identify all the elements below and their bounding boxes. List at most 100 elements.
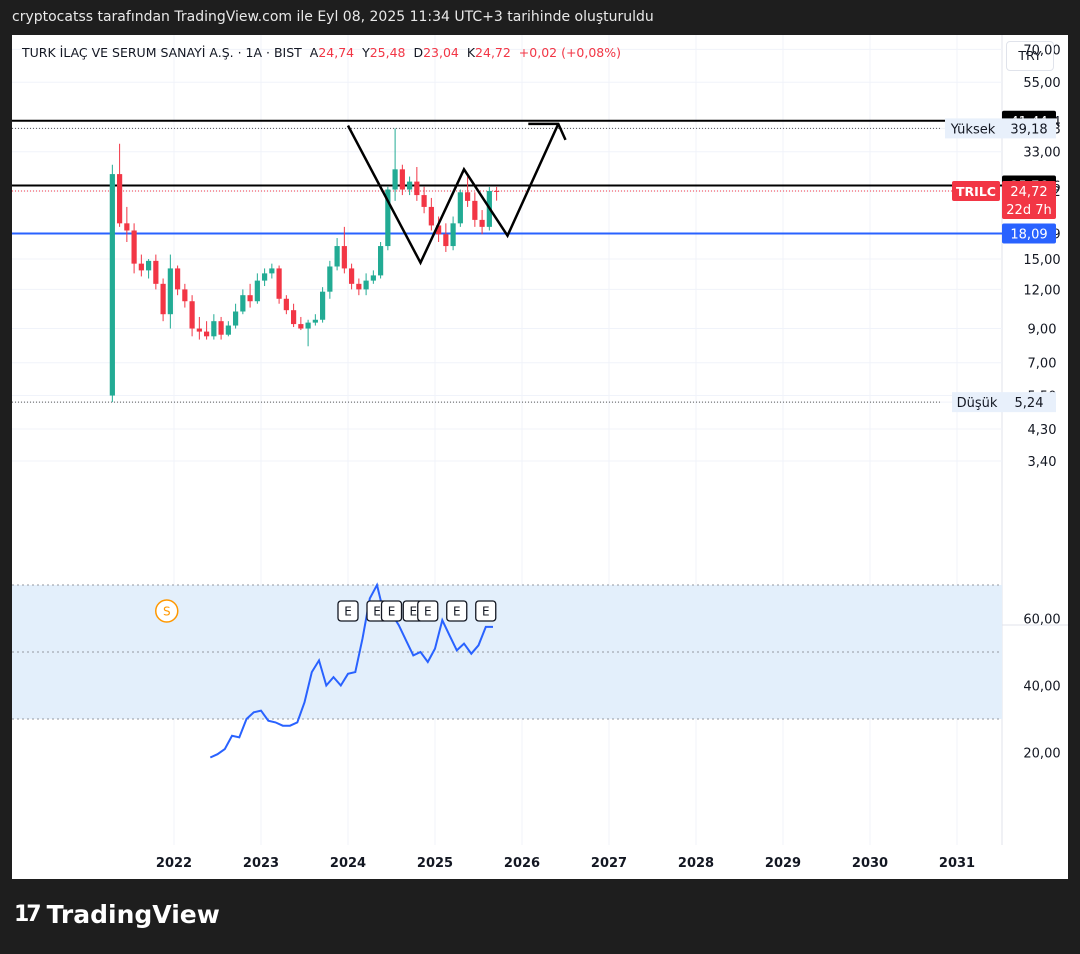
candle-body bbox=[378, 246, 384, 276]
symbol-legend: TURK İLAÇ VE SERUM SANAYİ A.Ş. · 1A · BI… bbox=[22, 45, 621, 60]
candle-body bbox=[160, 283, 166, 315]
candle-body bbox=[175, 268, 181, 290]
x-tick-label: 2023 bbox=[243, 856, 279, 871]
candle-body bbox=[109, 174, 115, 396]
event-marker-label: E bbox=[388, 605, 396, 619]
candle-body bbox=[428, 206, 434, 226]
legend-close-label: K bbox=[466, 45, 476, 60]
x-tick-label: 2026 bbox=[504, 856, 540, 871]
candle-body bbox=[305, 322, 311, 329]
legend-open-value: 24,74 bbox=[318, 45, 355, 60]
candle-body bbox=[494, 190, 500, 192]
candle-body bbox=[167, 268, 173, 315]
y-tick-label: 9,00 bbox=[1028, 323, 1057, 338]
candle-body bbox=[479, 219, 485, 227]
y-tick-label: 7,00 bbox=[1028, 357, 1057, 372]
y-tick-label: 3,40 bbox=[1028, 455, 1057, 470]
legend-high-value: 25,48 bbox=[369, 45, 406, 60]
tradingview-logo[interactable]: 17 TradingView bbox=[14, 900, 220, 929]
chart-svg[interactable]: 2022 2023 2024 2025 2026 2027 2028 2029 2030 2031… bbox=[12, 35, 1068, 879]
legend-low-value: 23,04 bbox=[423, 45, 459, 60]
x-tick-label: 2025 bbox=[417, 856, 453, 871]
chart-header-caption: cryptocatss tarafından TradingView.com i… bbox=[12, 9, 654, 25]
x-tick-label: 2024 bbox=[330, 856, 366, 871]
candle-body bbox=[457, 192, 463, 224]
candle-body bbox=[247, 295, 253, 302]
x-tick-label: 2022 bbox=[156, 856, 192, 871]
candle-body bbox=[218, 321, 224, 335]
level-axis-label: 18,09 bbox=[1010, 228, 1047, 243]
candle-body bbox=[269, 268, 275, 274]
low-tag-label: Düşük bbox=[957, 396, 998, 411]
candle-body bbox=[276, 268, 282, 299]
candle-body bbox=[407, 181, 413, 190]
high-value-label: 39,18 bbox=[1010, 122, 1047, 137]
candle-body bbox=[211, 321, 217, 337]
candle-body bbox=[262, 273, 268, 281]
candle-body bbox=[392, 169, 398, 190]
event-marker-label: E bbox=[424, 605, 432, 619]
chart-panel[interactable]: 2022 2023 2024 2025 2026 2027 2028 2029 2030 2031… bbox=[12, 35, 1068, 879]
candle-body bbox=[283, 298, 289, 311]
tradingview-logo-icon: 17 bbox=[14, 902, 42, 927]
y-tick-label: 4,30 bbox=[1028, 423, 1057, 438]
candle-body bbox=[233, 311, 239, 326]
candle-body bbox=[450, 223, 456, 247]
y-tick-label: 33,00 bbox=[1023, 146, 1060, 161]
candle-body bbox=[327, 266, 333, 292]
symbol-tag-label: TRILC bbox=[956, 184, 996, 199]
candle-body bbox=[472, 200, 478, 220]
candle-body bbox=[291, 310, 297, 325]
legend-change: +0,02 (+0,08%) bbox=[518, 45, 622, 60]
event-marker-label: E bbox=[373, 605, 381, 619]
candle-body bbox=[349, 268, 355, 284]
w-pattern-arrowhead bbox=[528, 122, 567, 141]
x-tick-label: 2029 bbox=[765, 856, 801, 871]
countdown-label: 22d 7h bbox=[1006, 203, 1051, 218]
candle-body bbox=[240, 295, 246, 312]
candle-body bbox=[320, 291, 326, 320]
candle-body bbox=[370, 275, 376, 281]
candle-body bbox=[146, 260, 152, 271]
event-marker-label: E bbox=[344, 605, 352, 619]
candle-body bbox=[341, 246, 347, 269]
legend-low-label: D bbox=[413, 45, 424, 60]
low-value-label: 5,24 bbox=[1015, 396, 1044, 411]
candle-body bbox=[421, 195, 427, 207]
rsi-tick-label: 40,00 bbox=[1023, 680, 1060, 695]
candle-body bbox=[312, 319, 318, 323]
x-tick-label: 2030 bbox=[852, 856, 888, 871]
x-tick-label: 2031 bbox=[939, 856, 975, 871]
event-marker-label: E bbox=[482, 605, 490, 619]
event-marker-label: S bbox=[163, 605, 171, 619]
candle-body bbox=[443, 234, 449, 247]
event-marker-label: E bbox=[453, 605, 461, 619]
candle-body bbox=[334, 246, 340, 267]
candle-body bbox=[363, 280, 369, 290]
last-price-label: 24,72 bbox=[1010, 185, 1047, 200]
candle-body bbox=[356, 283, 362, 290]
candle-body bbox=[254, 280, 260, 302]
x-tick-label: 2028 bbox=[678, 856, 714, 871]
candle-body bbox=[124, 223, 130, 231]
candle-body bbox=[189, 301, 195, 329]
y-tick-label: 55,00 bbox=[1023, 76, 1060, 91]
y-tick-label: 12,00 bbox=[1023, 283, 1060, 298]
legend-high-label: Y bbox=[362, 45, 370, 60]
candle-body bbox=[414, 181, 420, 196]
y-tick-label: 15,00 bbox=[1023, 253, 1060, 268]
candle-body bbox=[117, 174, 123, 224]
candle-body bbox=[225, 325, 231, 335]
candle-body bbox=[153, 260, 159, 284]
legend-close-value: 24,72 bbox=[475, 45, 511, 60]
high-tag-label: Yüksek bbox=[950, 122, 996, 137]
legend-symbol: TURK İLAÇ VE SERUM SANAYİ A.Ş. · 1A · BI… bbox=[22, 45, 302, 60]
currency-button[interactable]: TRY bbox=[1006, 41, 1054, 71]
candle-body bbox=[399, 169, 405, 190]
candle-body bbox=[204, 331, 210, 337]
rsi-tick-label: 20,00 bbox=[1023, 747, 1060, 762]
tradingview-logo-text: TradingView bbox=[46, 900, 220, 929]
candle-body bbox=[182, 289, 188, 302]
x-tick-label: 2027 bbox=[591, 856, 627, 871]
candle-body bbox=[298, 324, 304, 329]
